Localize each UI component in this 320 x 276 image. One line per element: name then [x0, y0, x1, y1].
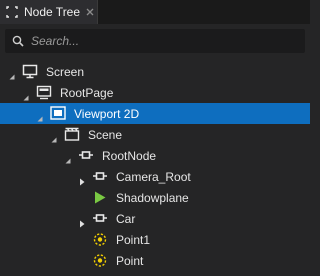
expand-arrow-icon[interactable]: [8, 68, 16, 80]
expand-arrow-icon[interactable]: [22, 89, 30, 101]
tab-label: Node Tree: [24, 5, 81, 19]
tree-row[interactable]: RootPage: [0, 82, 310, 103]
tab-strip: Node Tree: [0, 0, 310, 24]
tree-row[interactable]: Viewport 2D: [0, 103, 310, 124]
tree-row[interactable]: Camera_Root: [0, 166, 310, 187]
tree-row[interactable]: Scene: [0, 124, 310, 145]
tree-row[interactable]: Screen: [0, 61, 310, 82]
node-tree-icon: [6, 6, 18, 18]
node-tree-panel: Node Tree Screen RootPage Viewport 2D Scene…: [0, 0, 310, 276]
tree-row[interactable]: Point: [0, 250, 310, 271]
tree-row[interactable]: Point1: [0, 229, 310, 250]
collapse-arrow-icon[interactable]: [78, 173, 86, 186]
page-icon: [36, 85, 52, 100]
expand-arrow-icon[interactable]: [64, 152, 72, 164]
tab-node-tree[interactable]: Node Tree: [0, 0, 98, 24]
node-icon: [92, 211, 108, 226]
viewport-2d-icon: [50, 106, 66, 121]
tree-row-label: RootNode: [102, 149, 157, 163]
point-light-icon: [92, 253, 108, 268]
tree-row[interactable]: Car: [0, 208, 310, 229]
tree-row[interactable]: Shadowplane: [0, 187, 310, 208]
point-light-icon: [92, 232, 108, 247]
tree-row[interactable]: RootNode: [0, 145, 310, 166]
expand-arrow-icon[interactable]: [36, 110, 44, 122]
mesh-icon: [92, 190, 108, 205]
node-icon: [78, 148, 94, 163]
node-icon: [92, 169, 108, 184]
collapse-arrow-icon[interactable]: [78, 215, 86, 228]
monitor-icon: [22, 64, 38, 79]
tree-row-label: Car: [116, 212, 136, 226]
tree-row-label: Viewport 2D: [74, 107, 140, 121]
search-input[interactable]: [31, 32, 299, 50]
close-icon[interactable]: [84, 6, 96, 18]
tree-row-label: Camera_Root: [116, 170, 191, 184]
expand-arrow-icon[interactable]: [50, 131, 58, 143]
tree-row-label: Screen: [46, 65, 85, 79]
tree-row-label: Point1: [116, 233, 151, 247]
tree-row-label: Scene: [88, 128, 123, 142]
tree-row-label: Point: [116, 254, 144, 268]
tree-row-label: Shadowplane: [116, 191, 189, 205]
search-box: [5, 29, 305, 53]
search-icon: [12, 35, 24, 47]
scene-icon: [64, 127, 80, 142]
tree-row-label: RootPage: [60, 86, 114, 100]
